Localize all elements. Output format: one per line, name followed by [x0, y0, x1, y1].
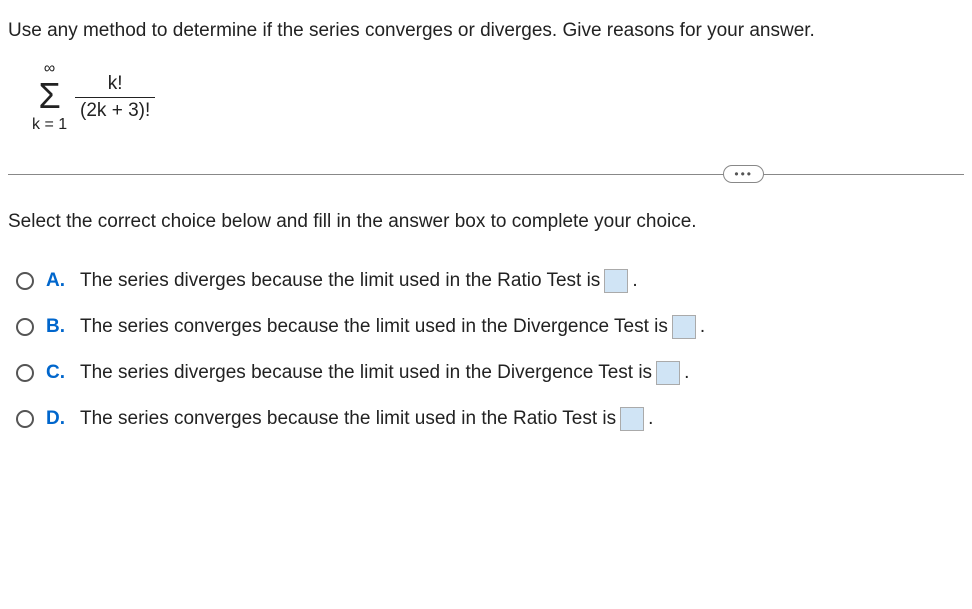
section-divider: ••• [8, 174, 964, 175]
instruction-text: Select the correct choice below and fill… [8, 211, 964, 233]
question-prompt: Use any method to determine if the serie… [8, 20, 964, 42]
choice-b-before: The series converges because the limit u… [80, 316, 668, 338]
sigma-block: ∞ Σ k = 1 [32, 60, 67, 134]
choice-b-after: . [700, 316, 705, 338]
choice-letter-b: B. [46, 316, 66, 338]
answer-input-d[interactable] [620, 407, 644, 431]
choice-c: C. The series diverges because the limit… [16, 361, 964, 385]
choice-a-before: The series diverges because the limit us… [80, 270, 600, 292]
more-icon[interactable]: ••• [723, 165, 764, 183]
numerator: k! [108, 73, 123, 97]
denominator: (2k + 3)! [80, 98, 150, 122]
choice-d-after: . [648, 408, 653, 430]
choice-a-after: . [632, 270, 637, 292]
answer-input-b[interactable] [672, 315, 696, 339]
radio-c[interactable] [16, 364, 34, 382]
answer-input-c[interactable] [656, 361, 680, 385]
radio-b[interactable] [16, 318, 34, 336]
choice-letter-d: D. [46, 408, 66, 430]
choice-text-b: The series converges because the limit u… [80, 315, 705, 339]
answer-choices: A. The series diverges because the limit… [8, 269, 964, 431]
choice-a: A. The series diverges because the limit… [16, 269, 964, 293]
radio-a[interactable] [16, 272, 34, 290]
series-formula: ∞ Σ k = 1 k! (2k + 3)! [32, 60, 964, 134]
choice-d: D. The series converges because the limi… [16, 407, 964, 431]
choice-text-a: The series diverges because the limit us… [80, 269, 638, 293]
sigma-symbol: Σ [38, 78, 60, 114]
sigma-lower-bound: k = 1 [32, 116, 67, 134]
choice-letter-c: C. [46, 362, 66, 384]
horizontal-rule [8, 174, 964, 175]
choice-d-before: The series converges because the limit u… [80, 408, 616, 430]
choice-c-after: . [684, 362, 689, 384]
choice-b: B. The series converges because the limi… [16, 315, 964, 339]
choice-text-d: The series converges because the limit u… [80, 407, 653, 431]
radio-d[interactable] [16, 410, 34, 428]
choice-letter-a: A. [46, 270, 66, 292]
choice-text-c: The series diverges because the limit us… [80, 361, 689, 385]
choice-c-before: The series diverges because the limit us… [80, 362, 652, 384]
fraction: k! (2k + 3)! [75, 73, 155, 122]
answer-input-a[interactable] [604, 269, 628, 293]
